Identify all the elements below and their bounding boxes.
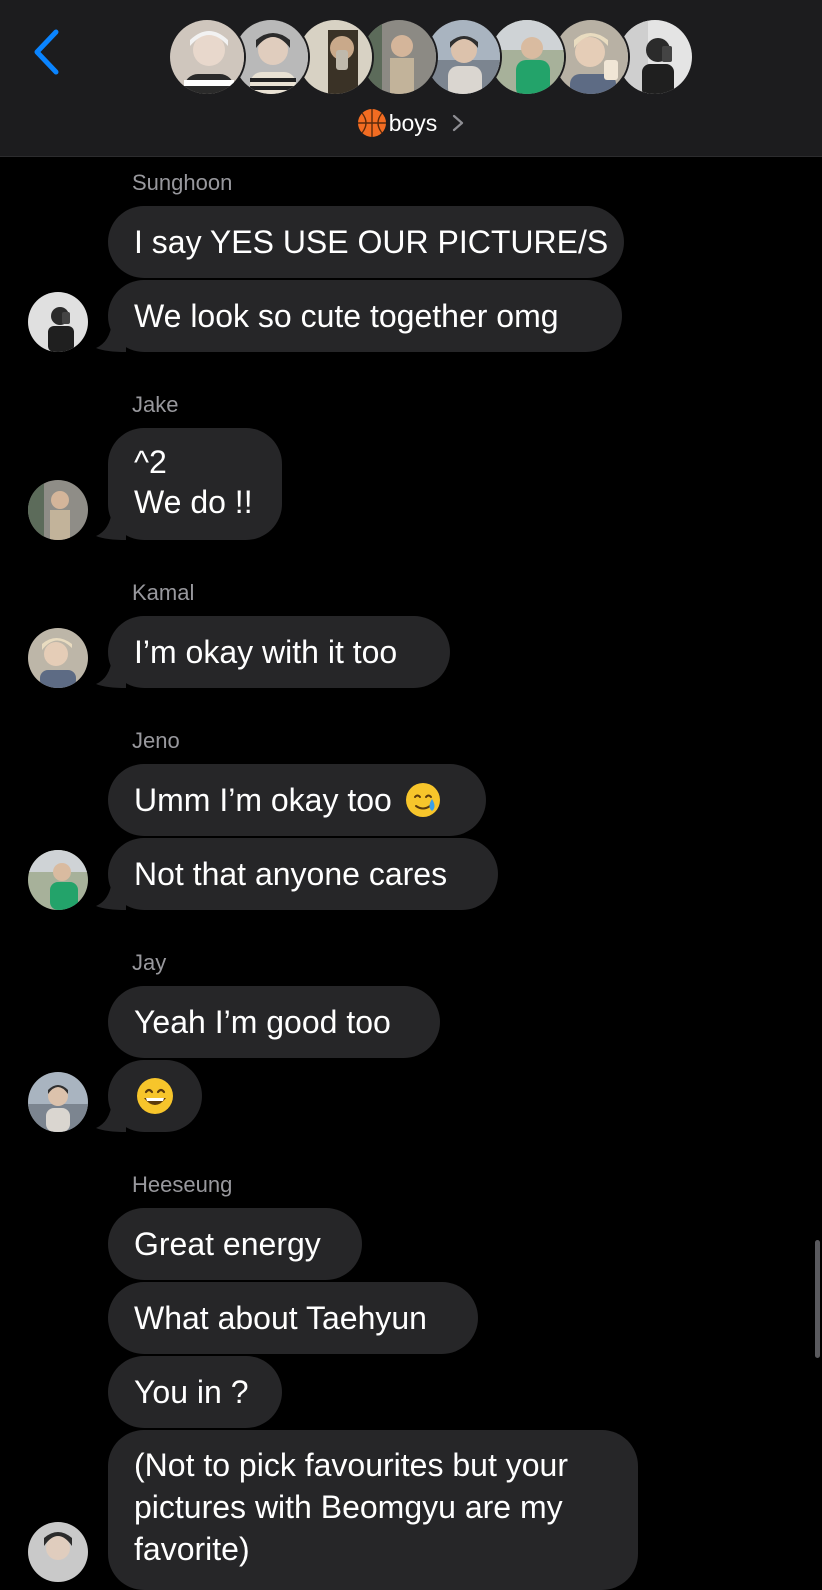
chevron-left-icon — [34, 29, 59, 75]
crying-smile-emoji-icon — [405, 783, 440, 817]
bubble-tail — [96, 322, 126, 352]
message-bubble[interactable]: We look so cute together omg — [108, 280, 622, 352]
bubble-tail — [96, 1102, 126, 1132]
bubble-tail — [96, 510, 126, 540]
message-text: I say YES USE OUR PICTURE/S — [134, 224, 609, 260]
avatar[interactable] — [28, 1522, 88, 1582]
message-text: What about Taehyun — [134, 1300, 427, 1336]
avatar[interactable] — [28, 850, 88, 910]
message-bubble[interactable]: I’m okay with it too — [108, 616, 450, 688]
message-bubble[interactable]: Great energy — [108, 1208, 362, 1280]
chat-header: boys — [0, 0, 822, 157]
avatar[interactable] — [28, 1072, 88, 1132]
bubble-tail — [96, 658, 126, 688]
sender-name: Jeno — [132, 728, 180, 753]
message-bubble[interactable]: Umm I’m okay too — [108, 764, 486, 836]
avatar — [168, 18, 246, 96]
message-text: Not that anyone cares — [134, 856, 448, 892]
message-text: Umm I’m okay too — [134, 782, 392, 818]
group-name-label: boys — [388, 109, 438, 136]
sender-name: Heeseung — [132, 1172, 233, 1197]
message-text: You in ? — [134, 1374, 249, 1410]
message-text: I’m okay with it too — [134, 634, 398, 670]
avatar[interactable] — [28, 628, 88, 688]
message-bubble[interactable]: ^2 We do !! — [108, 428, 282, 540]
message-text: ^2 We do !! — [134, 444, 253, 520]
chevron-right-icon — [453, 114, 464, 132]
message-bubble[interactable]: Not that anyone cares — [108, 838, 498, 910]
message-text: Great energy — [134, 1226, 321, 1262]
group-name-button[interactable]: boys — [0, 104, 822, 142]
message-bubble[interactable]: I say YES USE OUR PICTURE/S — [108, 206, 624, 278]
sender-name: Jake — [132, 392, 179, 417]
sender-name: Kamal — [132, 580, 195, 605]
grinning-emoji-icon — [137, 1078, 173, 1114]
scrollbar[interactable] — [815, 1240, 820, 1358]
sender-name: Jay — [132, 950, 167, 975]
message-bubble[interactable]: Yeah I’m good too — [108, 986, 440, 1058]
message-bubble[interactable]: What about Taehyun — [108, 1282, 478, 1354]
basketball-icon — [357, 109, 386, 137]
back-button[interactable] — [28, 26, 68, 78]
avatar[interactable] — [28, 292, 88, 352]
message-bubble[interactable]: You in ? — [108, 1356, 282, 1428]
message-bubble[interactable]: (Not to pick favourites but your picture… — [108, 1430, 638, 1590]
message-text: We look so cute together omg — [134, 298, 559, 334]
sender-name: Sunghoon — [132, 170, 233, 195]
bubble-tail — [96, 880, 126, 910]
message-text: (Not to pick favourites but your picture… — [134, 1447, 568, 1567]
avatar[interactable] — [28, 480, 88, 540]
message-text: Yeah I’m good too — [134, 1004, 391, 1040]
